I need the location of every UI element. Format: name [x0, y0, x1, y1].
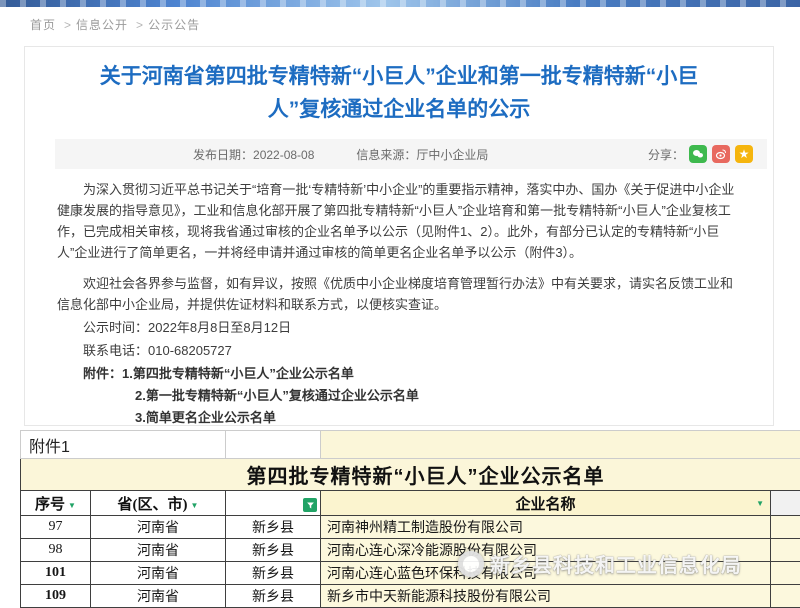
- breadcrumb-separator: >: [136, 18, 144, 32]
- filter-dropdown-icon[interactable]: ▼: [68, 501, 76, 510]
- cell-county: 新乡县: [226, 539, 321, 562]
- breadcrumb: 首页 > 信息公开 > 公示公告: [30, 16, 204, 33]
- contact-phone: 联系电话：010-68205727: [57, 340, 745, 361]
- article-meta-bar: 发布日期：2022-08-08 信息来源：厅中小企业局 分享： ★: [55, 139, 767, 169]
- header-county: [226, 491, 321, 516]
- article-panel: 关于河南省第四批专精特新“小巨人”企业和第一批专精特新“小巨人”复核通过企业名单…: [24, 46, 774, 426]
- publicity-period: 公示时间：2022年8月8日至8月12日: [57, 317, 745, 338]
- header-province: 省(区、市)▼: [91, 491, 226, 516]
- attachment-spreadsheet: 附件1 第四批专精特新“小巨人”企业公示名单 序号▼ 省(区、市)▼ 企业名称▼…: [20, 430, 800, 608]
- attachment-line-3: 3.简单更名企业公示名单: [57, 407, 745, 428]
- cell-seq: 101: [21, 562, 91, 585]
- table-row: 97 河南省 新乡县 河南神州精工制造股份有限公司: [21, 516, 800, 539]
- article-body: 为深入贯彻习近平总书记关于“培育一批‘专精特新’中小企业”的重要指示精神，落实中…: [57, 179, 745, 454]
- attachment1-row: 附件1: [21, 431, 800, 459]
- table-row: 109 河南省 新乡县 新乡市中天新能源科技股份有限公司: [21, 585, 800, 608]
- cell-county: 新乡县: [226, 516, 321, 539]
- page-title: 关于河南省第四批专精特新“小巨人”企业和第一批专精特新“小巨人”复核通过企业名单…: [77, 60, 721, 126]
- cell-company: 河南神州精工制造股份有限公司: [321, 516, 771, 539]
- cell-county: 新乡县: [226, 562, 321, 585]
- site-header-strip: [0, 0, 800, 7]
- filter-dropdown-icon[interactable]: ▼: [191, 501, 199, 510]
- breadcrumb-separator: >: [64, 18, 72, 32]
- attachment1-label: 附件1: [21, 431, 226, 459]
- cell-seq: 97: [21, 516, 91, 539]
- company-table: 附件1 第四批专精特新“小巨人”企业公示名单 序号▼ 省(区、市)▼ 企业名称▼…: [20, 430, 800, 608]
- cell-county: 新乡县: [226, 585, 321, 608]
- clipped-column: [771, 539, 800, 562]
- header-company: 企业名称▼: [321, 491, 771, 516]
- publish-date: 发布日期：2022-08-08: [193, 146, 314, 163]
- cell-company: 新乡市中天新能源科技股份有限公司: [321, 585, 771, 608]
- filter-dropdown-icon[interactable]: ▼: [756, 499, 764, 508]
- clipped-column: [771, 562, 800, 585]
- cell-province: 河南省: [91, 562, 226, 585]
- header-seq: 序号▼: [21, 491, 91, 516]
- clipped-column: [771, 516, 800, 539]
- cell-seq: 109: [21, 585, 91, 608]
- cell-province: 河南省: [91, 585, 226, 608]
- breadcrumb-info-disclosure[interactable]: 信息公开: [76, 18, 128, 32]
- info-source: 信息来源：厅中小企业局: [356, 146, 488, 163]
- wechat-icon[interactable]: [689, 145, 707, 163]
- highlight-cell: [321, 431, 800, 459]
- clipped-column: [771, 491, 800, 516]
- table-title-row: 第四批专精特新“小巨人”企业公示名单: [21, 459, 800, 491]
- breadcrumb-home[interactable]: 首页: [30, 18, 56, 32]
- table-header-row: 序号▼ 省(区、市)▼ 企业名称▼: [21, 491, 800, 516]
- table-row: 98 河南省 新乡县 河南心连心深冷能源股份有限公司: [21, 539, 800, 562]
- cell-company: 河南心连心深冷能源股份有限公司: [321, 539, 771, 562]
- paragraph-2: 欢迎社会各界参与监督，如有异议，按照《优质中小企业梯度培育管理暂行办法》中有关要…: [57, 273, 745, 315]
- cell-province: 河南省: [91, 539, 226, 562]
- active-filter-funnel-icon[interactable]: [303, 498, 317, 512]
- share-label: 分享：: [648, 146, 684, 163]
- favorite-star-icon[interactable]: ★: [735, 145, 753, 163]
- paragraph-1: 为深入贯彻习近平总书记关于“培育一批‘专精特新’中小企业”的重要指示精神，落实中…: [57, 179, 745, 263]
- empty-cell: [226, 431, 321, 459]
- attachment-line-2: 2.第一批专精特新“小巨人”复核通过企业公示名单: [57, 385, 745, 406]
- cell-seq: 98: [21, 539, 91, 562]
- table-row: 101 河南省 新乡县 河南心连心蓝色环保科技有限公司: [21, 562, 800, 585]
- share-toolbar: 分享： ★: [648, 145, 753, 163]
- table-title: 第四批专精特新“小巨人”企业公示名单: [21, 459, 800, 491]
- breadcrumb-announcements[interactable]: 公示公告: [148, 18, 200, 32]
- weibo-icon[interactable]: [712, 145, 730, 163]
- cell-company: 河南心连心蓝色环保科技有限公司: [321, 562, 771, 585]
- attachment-line-1: 附件：1.第四批专精特新“小巨人”企业公示名单: [57, 363, 745, 384]
- clipped-column: [771, 585, 800, 608]
- cell-province: 河南省: [91, 516, 226, 539]
